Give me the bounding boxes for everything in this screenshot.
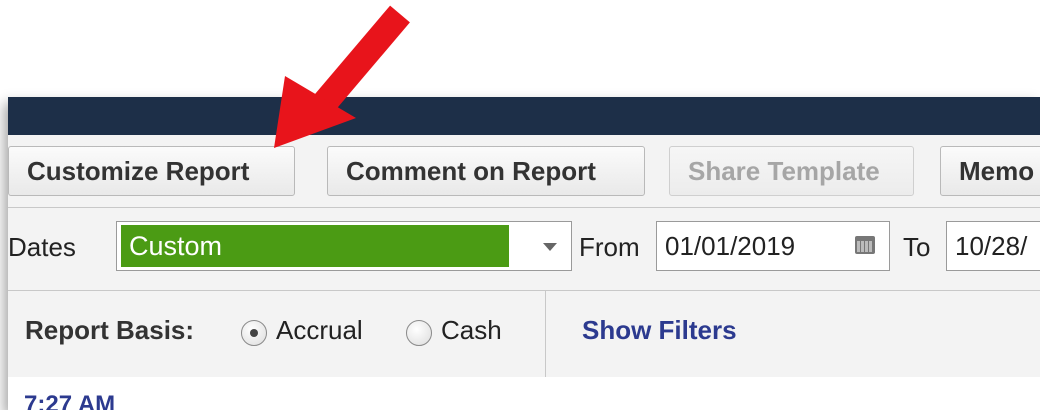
red-pointer-arrow-icon [274, 5, 410, 148]
